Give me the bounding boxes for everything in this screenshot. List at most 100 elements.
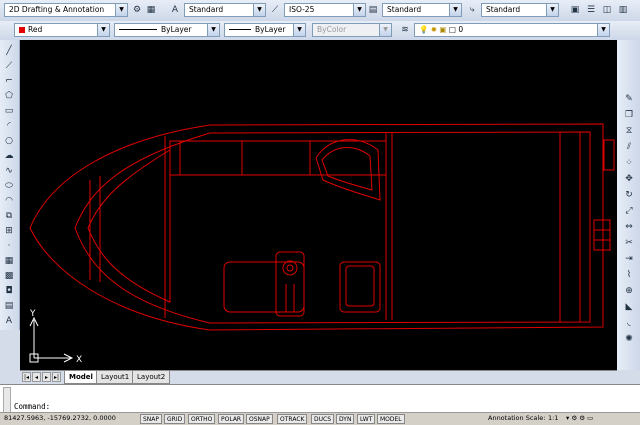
stretch-icon[interactable]: ⇔ bbox=[622, 220, 636, 234]
text-style-icon[interactable]: A bbox=[168, 3, 182, 17]
prev-tab-icon[interactable]: ◂ bbox=[32, 372, 41, 382]
tab-layout1[interactable]: Layout1 bbox=[96, 371, 135, 384]
lineweight-sample bbox=[229, 29, 251, 30]
make-block-icon[interactable]: ⊞ bbox=[2, 224, 16, 238]
multileader-style-icon[interactable]: ⤷ bbox=[465, 3, 479, 17]
hatch-icon[interactable]: ▦ bbox=[2, 254, 16, 268]
multileader-style-combo[interactable]: Standard ▼ bbox=[481, 3, 559, 17]
dimension-style-combo[interactable]: ISO-25 ▼ bbox=[284, 3, 366, 17]
design-center-icon[interactable]: ◫ bbox=[600, 3, 614, 17]
gradient-icon[interactable]: ▩ bbox=[2, 269, 16, 283]
break-icon[interactable]: ⌇ bbox=[622, 268, 636, 282]
erase-icon[interactable]: ✎ bbox=[622, 92, 636, 106]
next-tab-icon[interactable]: ▸ bbox=[42, 372, 51, 382]
trim-icon[interactable]: ✂ bbox=[622, 236, 636, 250]
chevron-down-icon: ▼ bbox=[597, 24, 609, 36]
window-icon[interactable]: ▣ bbox=[568, 3, 582, 17]
layer-on-icon: 💡 bbox=[419, 25, 429, 34]
rectangle-icon[interactable]: ▭ bbox=[2, 104, 16, 118]
multiline-text-icon[interactable]: A bbox=[2, 314, 16, 328]
revision-cloud-icon[interactable]: ☁ bbox=[2, 149, 16, 163]
layout-tabs: |◂ ◂ ▸ ▸| Model Layout1 Layout2 bbox=[20, 370, 617, 384]
mirror-icon[interactable]: ⧖ bbox=[622, 124, 636, 138]
extend-icon[interactable]: ⇥ bbox=[622, 252, 636, 266]
chevron-down-icon: ▼ bbox=[353, 4, 365, 16]
fillet-icon[interactable]: ◟ bbox=[622, 316, 636, 330]
annotation-visibility-icon[interactable]: ▾ ⚙ ⚙ ▭ bbox=[566, 413, 593, 424]
polyline-icon[interactable]: ⌐ bbox=[2, 74, 16, 88]
copy-icon[interactable]: ❐ bbox=[622, 108, 636, 122]
insert-block-icon[interactable]: ⧉ bbox=[2, 209, 16, 223]
color-combo[interactable]: Red ▼ bbox=[14, 23, 110, 37]
ellipse-icon[interactable]: ⬭ bbox=[2, 179, 16, 193]
status-bar: 81427.5963, -15769.2732, 0.0000 SNAP GRI… bbox=[0, 412, 640, 425]
grid-toggle[interactable]: GRID bbox=[164, 414, 186, 424]
dimension-style-icon[interactable]: ⟋ bbox=[268, 3, 282, 17]
osnap-toggle[interactable]: OSNAP bbox=[246, 414, 273, 424]
layer-lock-icon: ▣ bbox=[439, 25, 447, 34]
table-style-value: Standard bbox=[387, 5, 422, 14]
rotate-icon[interactable]: ↻ bbox=[622, 188, 636, 202]
tab-model[interactable]: Model bbox=[64, 371, 98, 384]
layer-properties-icon[interactable]: ≋ bbox=[398, 23, 412, 37]
last-tab-icon[interactable]: ▸| bbox=[52, 372, 61, 382]
styles-toolbar: 2D Drafting & Annotation ▼ ⚙ ▦ A Standard… bbox=[0, 0, 640, 22]
explode-icon[interactable]: ✺ bbox=[622, 332, 636, 346]
polygon-icon[interactable]: ⬠ bbox=[2, 89, 16, 103]
polar-toggle[interactable]: POLAR bbox=[218, 414, 245, 424]
table-style-icon[interactable]: ▤ bbox=[366, 3, 380, 17]
spline-icon[interactable]: ∿ bbox=[2, 164, 16, 178]
drawing-area[interactable]: Y X bbox=[20, 40, 617, 370]
point-icon[interactable]: · bbox=[2, 239, 16, 253]
tab-layout2[interactable]: Layout2 bbox=[132, 371, 171, 384]
annotation-scale-label: Annotation Scale: bbox=[488, 414, 546, 422]
multileader-style-value: Standard bbox=[486, 5, 521, 14]
command-window[interactable]: Command: bbox=[0, 384, 640, 413]
tool-palettes-icon[interactable]: ▥ bbox=[616, 3, 630, 17]
dimension-style-value: ISO-25 bbox=[289, 5, 315, 14]
snap-toggle[interactable]: SNAP bbox=[140, 414, 163, 424]
dyn-toggle[interactable]: DYN bbox=[336, 414, 355, 424]
command-window-grip[interactable] bbox=[3, 387, 11, 413]
modify-toolbar: ✎ ❐ ⧖ ⫽ ⁘ ✥ ↻ ⤢ ⇔ ✂ ⇥ ⌇ ⊕ ◣ ◟ ✺ bbox=[617, 40, 640, 370]
ucs-icon bbox=[29, 316, 74, 363]
ucs-x-label: X bbox=[76, 355, 82, 365]
line-icon[interactable]: ╱ bbox=[2, 44, 16, 58]
lwt-toggle[interactable]: LWT bbox=[357, 414, 376, 424]
table-icon[interactable]: ▤ bbox=[2, 299, 16, 313]
scale-icon[interactable]: ⤢ bbox=[622, 204, 636, 218]
region-icon[interactable]: ◘ bbox=[2, 284, 16, 298]
lineweight-combo[interactable]: ByLayer ▼ bbox=[224, 23, 306, 37]
chevron-down-icon: ▼ bbox=[97, 24, 109, 36]
first-tab-icon[interactable]: |◂ bbox=[22, 372, 31, 382]
linetype-value: ByLayer bbox=[161, 25, 192, 34]
workspace-settings-icon[interactable]: ⚙ bbox=[130, 3, 144, 17]
move-icon[interactable]: ✥ bbox=[622, 172, 636, 186]
model-toggle[interactable]: MODEL bbox=[377, 414, 405, 424]
chevron-down-icon: ▼ bbox=[449, 4, 461, 16]
ellipse-arc-icon[interactable]: ◠ bbox=[2, 194, 16, 208]
linetype-combo[interactable]: ByLayer ▼ bbox=[114, 23, 220, 37]
text-style-combo[interactable]: Standard ▼ bbox=[184, 3, 266, 17]
table-style-combo[interactable]: Standard ▼ bbox=[382, 3, 462, 17]
ortho-toggle[interactable]: ORTHO bbox=[188, 414, 216, 424]
toolbar-menu-icon[interactable]: ▦ bbox=[144, 3, 158, 17]
arc-icon[interactable]: ◜ bbox=[2, 119, 16, 133]
join-icon[interactable]: ⊕ bbox=[622, 284, 636, 298]
chamfer-icon[interactable]: ◣ bbox=[622, 300, 636, 314]
command-prompt: Command: bbox=[14, 402, 51, 411]
construction-line-icon[interactable]: ⟋ bbox=[2, 59, 16, 73]
workspace-combo[interactable]: 2D Drafting & Annotation ▼ bbox=[4, 3, 128, 17]
offset-icon[interactable]: ⫽ bbox=[622, 140, 636, 154]
layer-value: 0 bbox=[458, 25, 464, 34]
coordinate-readout: 81427.5963, -15769.2732, 0.0000 bbox=[4, 414, 116, 422]
otrack-toggle[interactable]: OTRACK bbox=[277, 414, 308, 424]
color-swatch bbox=[19, 27, 25, 33]
annotation-scale-value[interactable]: 1:1 bbox=[548, 413, 558, 424]
properties-icon[interactable]: ☰ bbox=[584, 3, 598, 17]
linetype-sample bbox=[119, 29, 157, 30]
layer-combo[interactable]: 💡 ✹ ▣ □ 0 ▼ bbox=[414, 23, 610, 37]
circle-icon[interactable]: ○ bbox=[2, 134, 16, 148]
ducs-toggle[interactable]: DUCS bbox=[311, 414, 335, 424]
array-icon[interactable]: ⁘ bbox=[622, 156, 636, 170]
